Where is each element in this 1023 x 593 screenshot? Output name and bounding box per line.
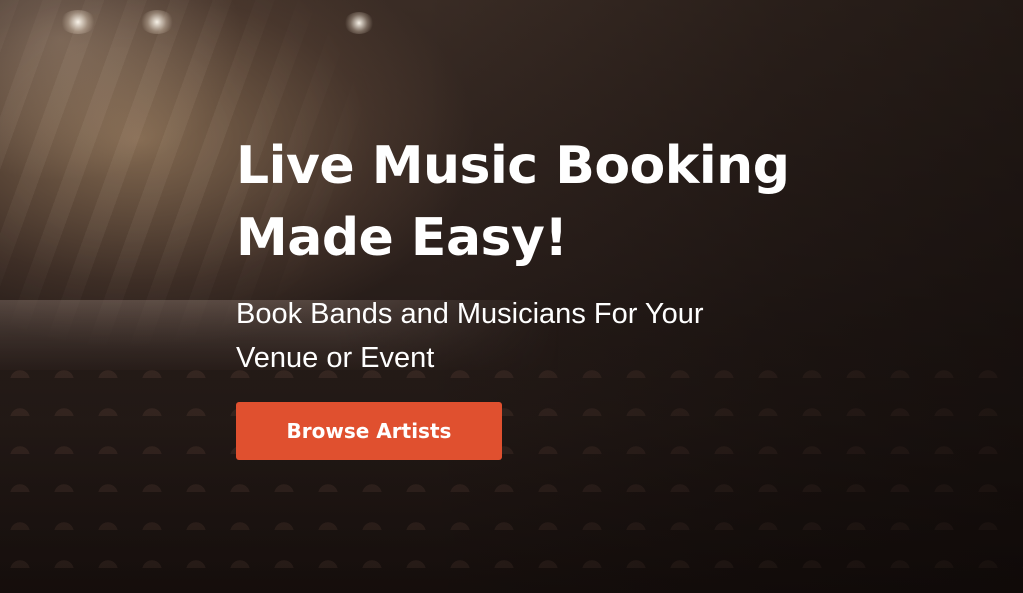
hero-title-line: Live Music Booking xyxy=(236,136,790,196)
hero-subtitle: Book Bands and Musicians For Your Venue … xyxy=(236,292,776,380)
spotlight xyxy=(140,10,174,34)
browse-artists-button[interactable]: Browse Artists xyxy=(236,402,502,460)
hero-section: Live Music Booking Made Easy! Book Bands… xyxy=(0,0,1023,593)
spotlight xyxy=(344,12,374,34)
hero-subtitle-line: Book Bands and Musicians For Your xyxy=(236,298,704,330)
hero-subtitle-line: Venue or Event xyxy=(236,342,435,374)
hero-content: Live Music Booking Made Easy! Book Bands… xyxy=(236,130,876,460)
spotlight xyxy=(60,10,96,34)
hero-title-line: Made Easy! xyxy=(236,208,568,268)
hero-title: Live Music Booking Made Easy! xyxy=(236,130,876,274)
